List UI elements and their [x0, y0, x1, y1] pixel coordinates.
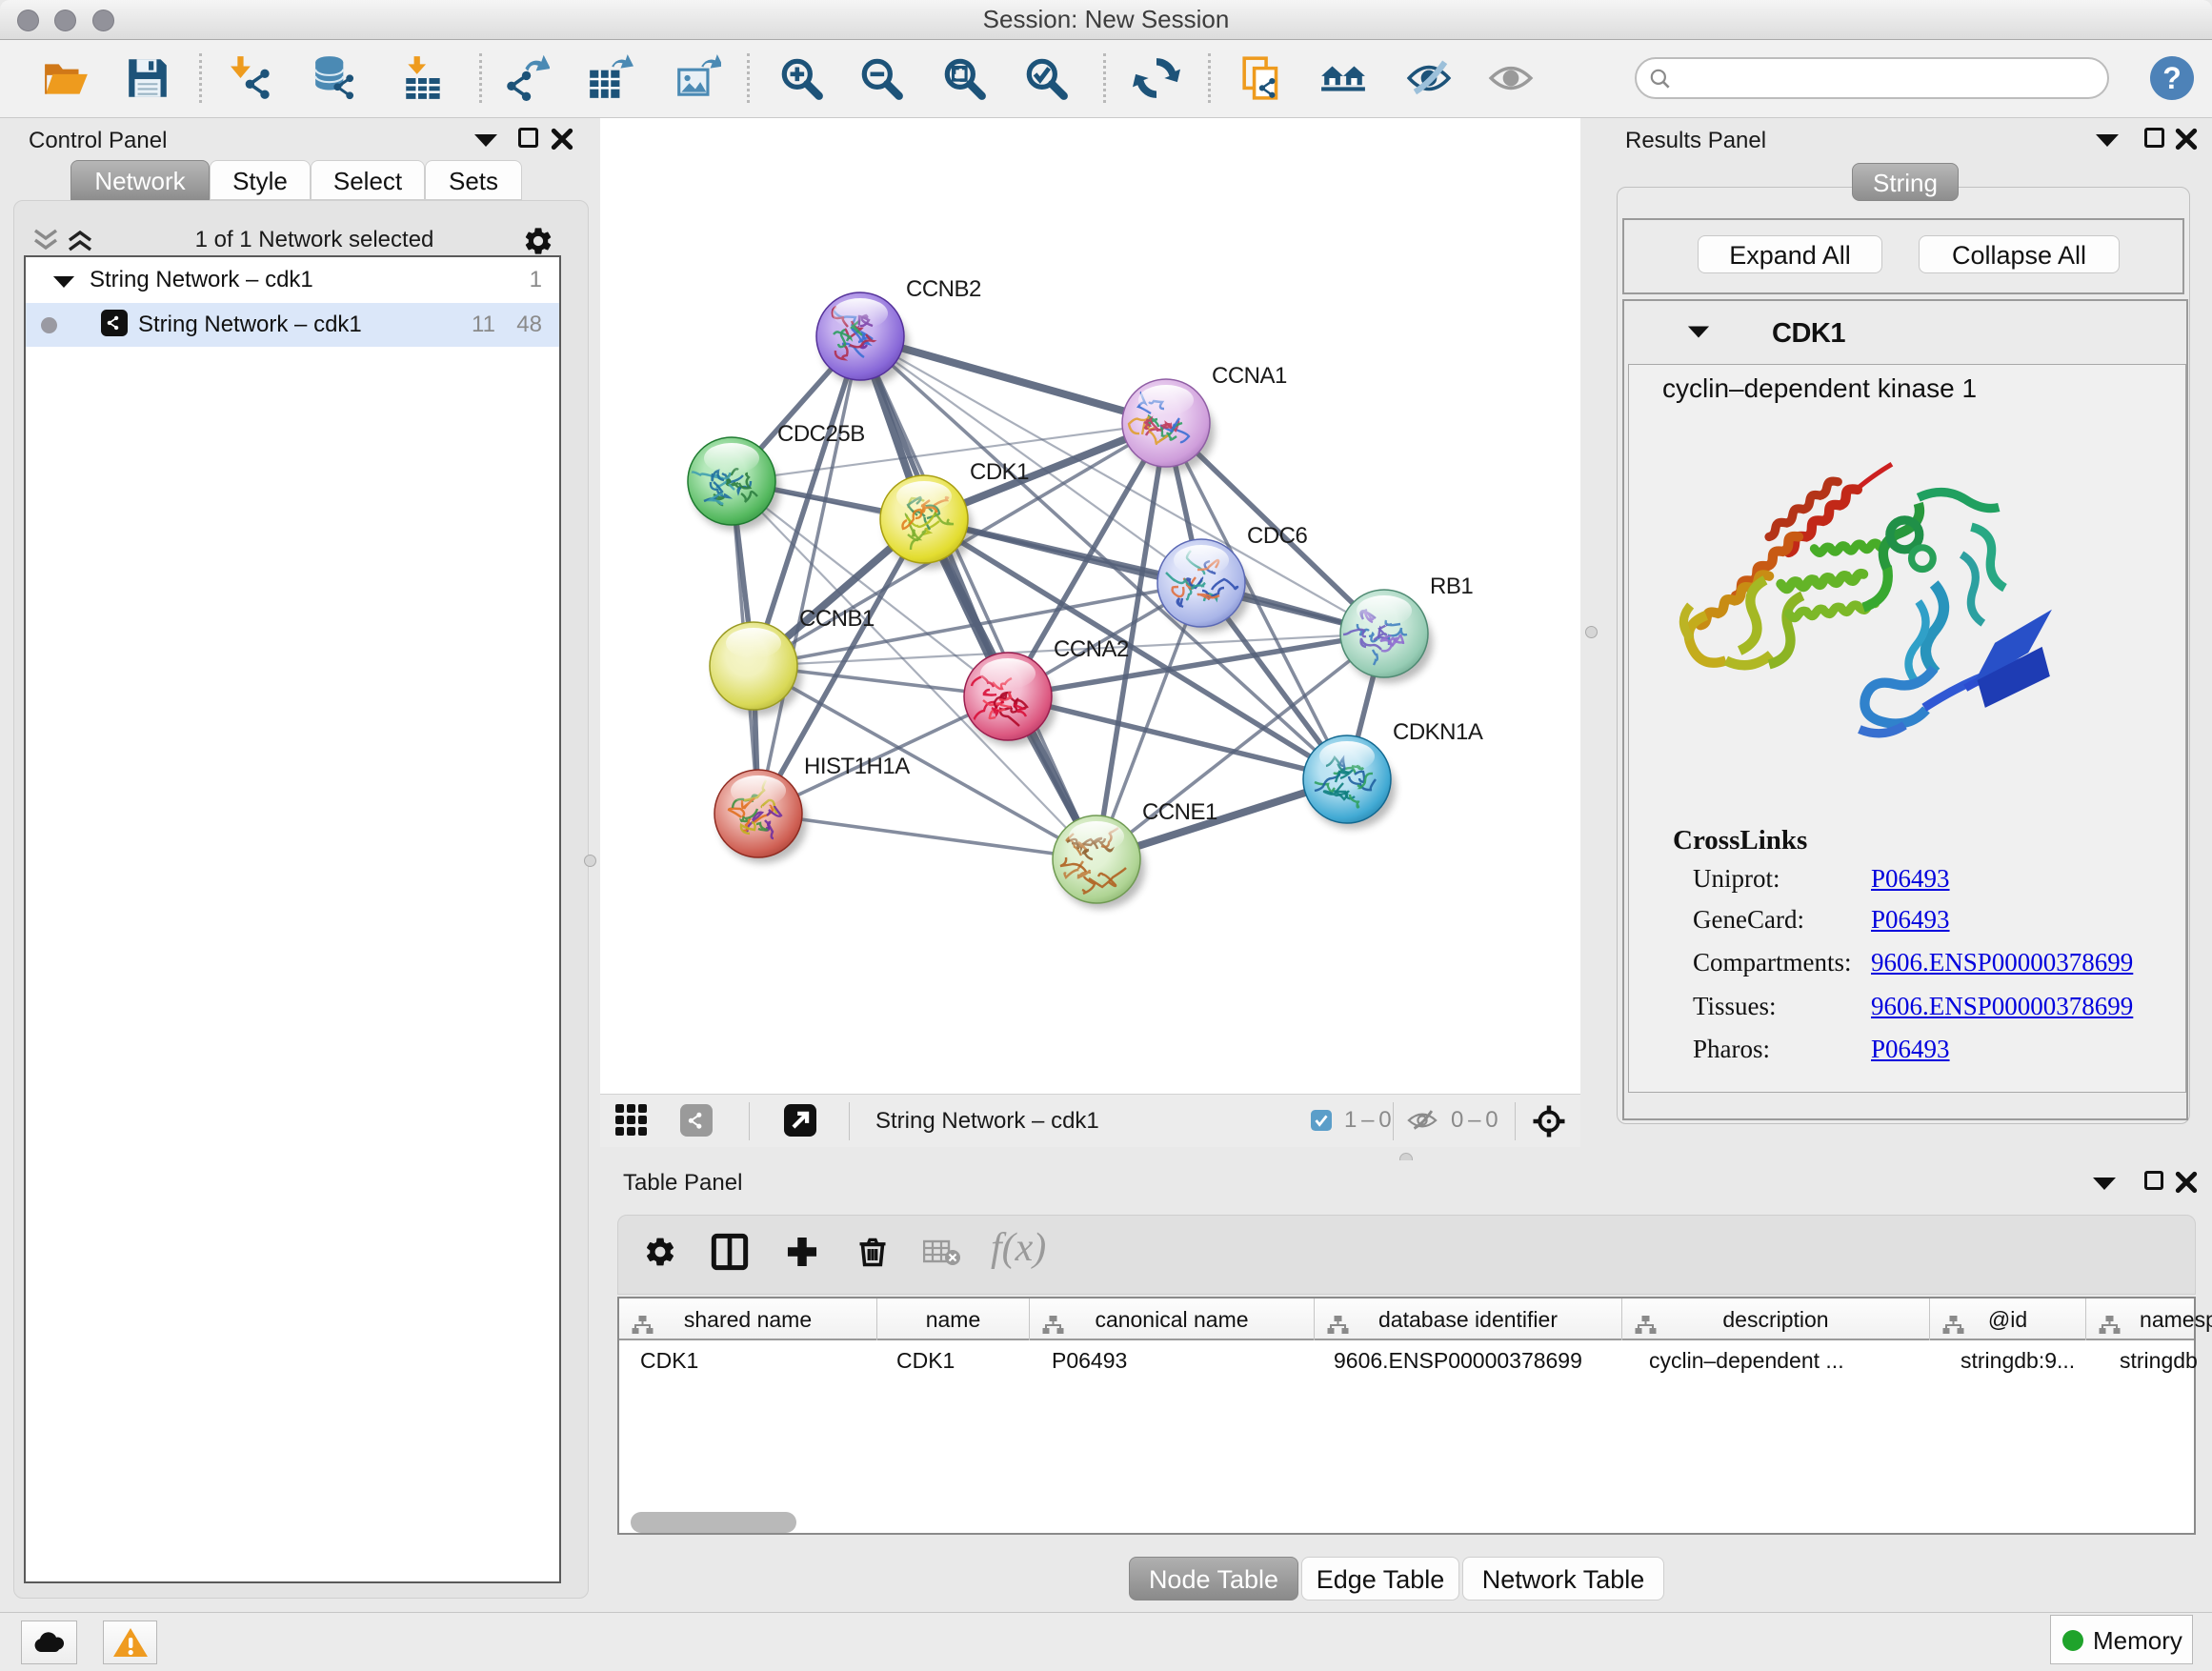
svg-text:CCNE1: CCNE1 [1142, 799, 1217, 825]
svg-text:CCNB2: CCNB2 [906, 276, 981, 302]
svg-text:CDK1: CDK1 [970, 459, 1029, 485]
svg-text:CCNA2: CCNA2 [1054, 636, 1129, 662]
svg-text:CDKN1A: CDKN1A [1393, 719, 1483, 745]
svg-text:CDC6: CDC6 [1247, 523, 1307, 549]
svg-text:RB1: RB1 [1430, 574, 1473, 599]
svg-text:CCNA1: CCNA1 [1212, 363, 1287, 389]
svg-text:CDC25B: CDC25B [777, 421, 865, 447]
svg-text:CCNB1: CCNB1 [799, 606, 875, 632]
svg-text:HIST1H1A: HIST1H1A [804, 754, 910, 779]
